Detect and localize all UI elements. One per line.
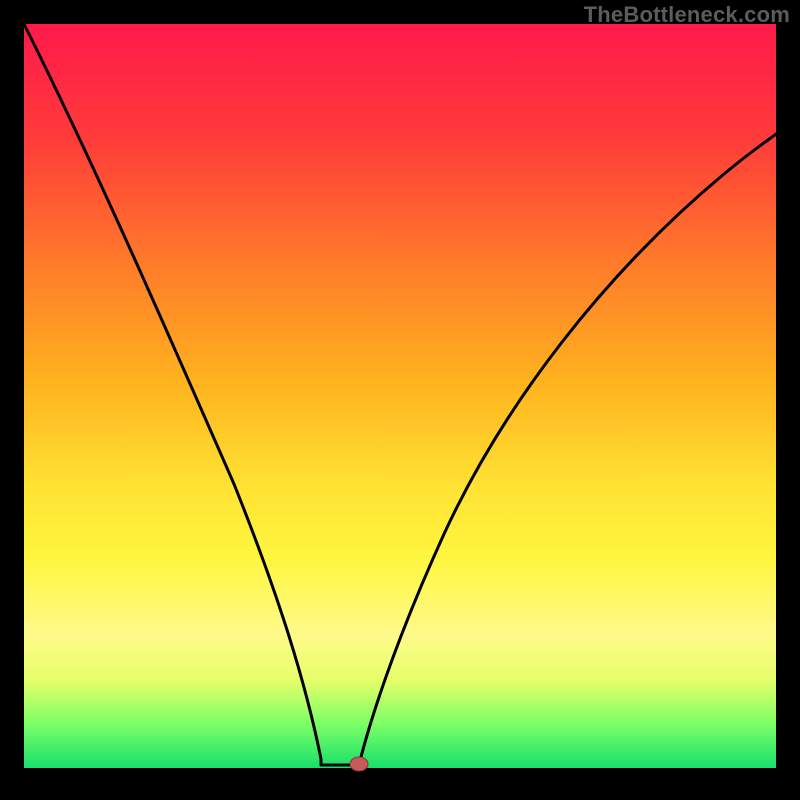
chart-svg [24, 24, 776, 768]
bottleneck-curve [24, 24, 776, 765]
minimum-marker [350, 757, 368, 771]
plot-area [24, 24, 776, 768]
chart-frame: TheBottleneck.com [0, 0, 800, 800]
